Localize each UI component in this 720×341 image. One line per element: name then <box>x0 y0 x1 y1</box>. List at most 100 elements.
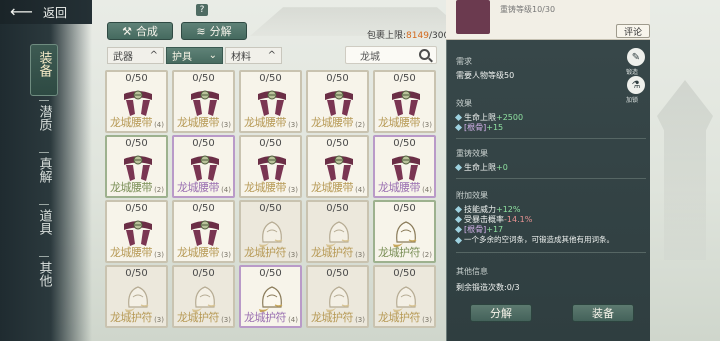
inventory-item[interactable]: 0/50 龙城腰带 (3) <box>172 70 235 133</box>
item-count: 0/50 <box>326 203 349 214</box>
inventory-item[interactable]: 0/50 龙城护符 (2) <box>373 200 436 263</box>
sidebar-item-props[interactable]: 道具 <box>36 204 52 239</box>
item-level: (4) <box>355 186 365 194</box>
inventory-item[interactable]: 0/50 龙城腰带 (4) <box>306 135 369 198</box>
inventory-item[interactable]: 0/50 龙城腰带 (4) <box>105 70 168 133</box>
forge-tool-button[interactable]: ✎ <box>627 48 645 66</box>
capacity-text: 包裹上限:8149/300 <box>367 31 450 41</box>
item-count: 0/50 <box>125 203 148 214</box>
inventory-item[interactable]: 0/50 龙城腰带 (3) <box>105 200 168 263</box>
inventory-item[interactable]: 0/50 龙城护符 (3) <box>306 265 369 328</box>
item-count: 0/50 <box>259 138 282 149</box>
item-level: (4) <box>154 121 164 129</box>
item-level: (3) <box>355 251 365 259</box>
inventory-item[interactable]: 0/50 龙城腰带 (3) <box>239 70 302 133</box>
extra-effect-title: 附加效果 <box>456 191 488 200</box>
item-level: (3) <box>154 251 164 259</box>
item-name: 龙城腰带 <box>311 181 354 194</box>
item-level: (3) <box>154 316 164 324</box>
tab-material[interactable]: 材料 ^ <box>225 47 282 64</box>
attr-diamond-icon <box>454 236 463 244</box>
sidebar-item-potential[interactable]: 潜质 <box>36 100 52 135</box>
tab-weapon[interactable]: 武器 ^ <box>107 47 164 64</box>
item-count: 0/50 <box>326 138 349 149</box>
item-thumbnail <box>456 0 490 34</box>
item-level: (3) <box>221 316 231 324</box>
item-level: (4) <box>221 186 231 194</box>
item-count: 0/50 <box>393 268 416 279</box>
inventory-item[interactable]: 0/50 龙城腰带 (2) <box>105 135 168 198</box>
item-level: (3) <box>422 316 432 324</box>
attr-diamond-icon <box>454 163 463 172</box>
search-icon[interactable] <box>419 49 430 60</box>
item-name: 龙城腰带 <box>110 246 153 259</box>
attr-diamond-icon <box>454 113 463 122</box>
chevron-down-icon: ⌄ <box>208 50 217 61</box>
lock-tool-label: 加锁 <box>626 97 639 104</box>
item-name: 龙城腰带 <box>177 116 220 129</box>
other-info-title: 其他信息 <box>456 267 488 276</box>
inventory-item[interactable]: 0/50 龙城腰带 (4) <box>373 135 436 198</box>
item-level: (2) <box>154 186 164 194</box>
inventory-item[interactable]: 0/50 龙城腰带 (3) <box>373 70 436 133</box>
item-name: 龙城护符 <box>110 311 153 324</box>
tab-armor[interactable]: 护具 ⌄ <box>166 47 223 64</box>
item-count: 0/50 <box>259 73 282 84</box>
item-count: 0/50 <box>192 203 215 214</box>
item-name: 龙城护符 <box>378 311 421 324</box>
item-name: 龙城护符 <box>378 246 421 259</box>
item-count: 0/50 <box>192 138 215 149</box>
item-level: (3) <box>288 251 298 259</box>
inventory-item[interactable]: 0/50 龙城护符 (3) <box>105 265 168 328</box>
comment-button[interactable]: 评论 <box>616 24 650 38</box>
item-name: 龙城护符 <box>177 311 220 324</box>
compose-button[interactable]: ⚒ 合成 <box>107 22 173 40</box>
recast-level-text: 重铸等级10/30 <box>500 5 556 14</box>
inventory-item[interactable]: 0/50 龙城护符 (3) <box>306 200 369 263</box>
item-name: 龙城腰带 <box>311 116 354 129</box>
back-arrow-icon: ⟵ <box>10 2 33 21</box>
item-count: 0/50 <box>393 73 416 84</box>
recast-title: 重铸效果 <box>456 149 488 158</box>
inventory-item[interactable]: 0/50 龙城腰带 (2) <box>306 70 369 133</box>
divider <box>456 138 646 139</box>
inventory-item[interactable]: 0/50 龙城腰带 (4) <box>172 135 235 198</box>
sidebar-item-truth[interactable]: 真解 <box>36 152 52 187</box>
inventory-item[interactable]: 0/50 龙城腰带 (3) <box>172 200 235 263</box>
inventory-item[interactable]: 0/50 龙城护符 (4) <box>239 265 302 328</box>
decompose-button[interactable]: ≋ 分解 <box>181 22 247 40</box>
chevron-up-icon: ^ <box>267 50 276 61</box>
item-name: 龙城腰带 <box>378 181 421 194</box>
item-level: (4) <box>422 186 432 194</box>
item-level: (3) <box>221 121 231 129</box>
forge-tool-label: 锻造 <box>626 69 639 76</box>
item-count: 0/50 <box>259 203 282 214</box>
sidebar-item-equipment[interactable]: 装备 <box>30 44 58 96</box>
other-info-text: 剩余锻造次数:0/3 <box>456 283 520 292</box>
item-count: 0/50 <box>393 203 416 214</box>
effect-line-2: [根骨]+15 <box>454 122 503 133</box>
inventory-item[interactable]: 0/50 龙城护符 (3) <box>239 200 302 263</box>
effect-title: 效果 <box>456 99 472 108</box>
item-count: 0/50 <box>326 268 349 279</box>
requirement-title: 需求 <box>456 57 472 66</box>
inventory-item[interactable]: 0/50 龙城护符 (3) <box>172 265 235 328</box>
item-count: 0/50 <box>259 268 282 279</box>
item-count: 0/50 <box>192 73 215 84</box>
back-button[interactable]: ⟵ 返回 <box>0 0 92 24</box>
item-count: 0/50 <box>125 268 148 279</box>
inventory-item[interactable]: 0/50 龙城腰带 (3) <box>239 135 302 198</box>
extra-line-4: 一个多余的空词条，可锻造成其他有用词条。 <box>454 234 614 245</box>
decompose-item-button[interactable]: 分解 <box>470 304 532 322</box>
sidebar-item-other[interactable]: 其他 <box>36 256 52 291</box>
item-count: 0/50 <box>326 73 349 84</box>
item-name: 龙城护符 <box>311 311 354 324</box>
equip-button[interactable]: 装备 <box>572 304 634 322</box>
help-icon[interactable]: ? <box>196 4 208 16</box>
inventory-item[interactable]: 0/50 龙城护符 (3) <box>373 265 436 328</box>
item-name: 龙城腰带 <box>177 181 220 194</box>
hammer-icon: ⚒ <box>122 24 132 38</box>
lock-tool-button[interactable]: ⚗ <box>627 76 645 94</box>
item-name: 龙城腰带 <box>244 116 287 129</box>
item-name: 龙城腰带 <box>110 181 153 194</box>
